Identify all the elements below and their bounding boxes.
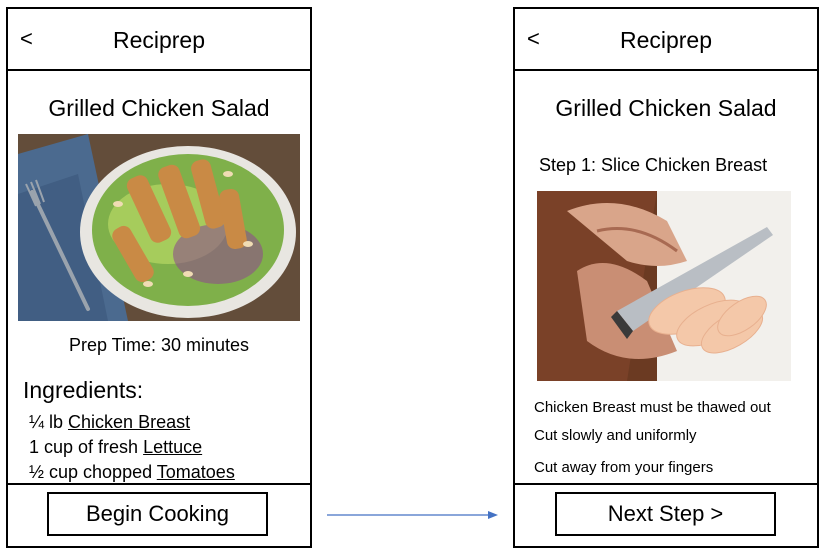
ingredients-heading: Ingredients: — [23, 377, 144, 403]
app-header: < Reciprep — [515, 9, 817, 71]
salad-photo — [18, 134, 300, 321]
ingredient-link-tomatoes[interactable]: Tomatoes — [157, 462, 235, 482]
footer-bar: Begin Cooking — [8, 483, 310, 546]
footer-bar: Next Step > — [515, 483, 817, 546]
ingredient-link-chicken-breast[interactable]: Chicken Breast — [68, 412, 190, 432]
recipe-overview-screen: < Reciprep Grilled Chicken Salad Prep Ti… — [6, 7, 312, 548]
recipe-title: Grilled Chicken Salad — [555, 95, 777, 121]
ingredient-amount: ¼ lb — [29, 412, 69, 432]
ingredient-amount: 1 cup of fresh — [29, 437, 144, 457]
ingredient-item: 1 cup of fresh Lettuce — [29, 437, 202, 457]
step-tip: Cut slowly and uniformly — [534, 427, 697, 444]
step-tip: Chicken Breast must be thawed out — [534, 399, 771, 416]
app-title: Reciprep — [112, 27, 206, 53]
ingredient-item: ¼ lb Chicken Breast — [29, 412, 190, 432]
ingredient-link-lettuce[interactable]: Lettuce — [143, 437, 202, 457]
step-title: Step 1: Slice Chicken Breast — [539, 155, 768, 175]
prep-time: Prep Time: 30 minutes — [68, 335, 250, 355]
recipe-title: Grilled Chicken Salad — [48, 95, 270, 121]
step-tip: Cut away from your fingers — [534, 459, 714, 476]
arrow-right-icon — [327, 511, 498, 519]
slicing-chicken-photo — [537, 191, 791, 381]
app-title: Reciprep — [619, 27, 713, 53]
app-header: < Reciprep — [8, 9, 310, 71]
ingredient-amount: ½ cup chopped — [29, 462, 157, 482]
ingredient-item: ½ cup chopped Tomatoes — [29, 462, 235, 482]
begin-cooking-button[interactable]: Begin Cooking — [47, 492, 268, 536]
next-step-button[interactable]: Next Step > — [555, 492, 776, 536]
cooking-step-screen: < Reciprep Grilled Chicken Salad Step 1:… — [513, 7, 819, 548]
